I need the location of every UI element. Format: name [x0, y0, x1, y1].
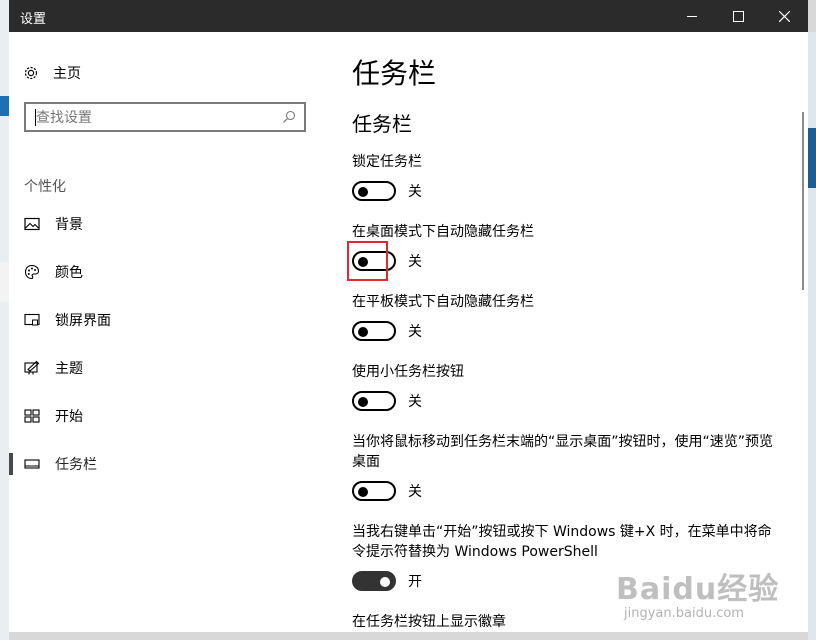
setting-title: 在平板模式下自动隐藏任务栏: [352, 294, 534, 310]
toggle-state: 关: [408, 184, 422, 200]
gear-icon: [24, 66, 38, 80]
settings-window: 设置 主页 个性化 背景: [9, 0, 808, 632]
left-nav: 主页 个性化 背景 颜色: [9, 32, 329, 632]
setting-autohide-desktop: 在桌面模式下自动隐藏任务栏 关: [352, 222, 782, 272]
sidebar-item-background[interactable]: 背景: [24, 213, 83, 235]
highlight-box: [347, 241, 388, 281]
sidebar-item-themes[interactable]: 主题: [24, 357, 83, 379]
close-button[interactable]: [761, 0, 807, 32]
sidebar-item-label: 背景: [55, 217, 83, 233]
start-icon: [24, 409, 40, 423]
setting-title: 使用小任务栏按钮: [352, 364, 464, 380]
toggle-state: 关: [408, 484, 422, 500]
sidebar-item-label: 任务栏: [55, 457, 97, 473]
background-app-edge: [0, 0, 9, 640]
toggle-switch[interactable]: [352, 321, 396, 341]
sidebar-item-taskbar[interactable]: 任务栏: [24, 453, 97, 475]
scrollbar-thumb[interactable]: [802, 112, 804, 290]
setting-title: 当你将鼠标移动到任务栏末端的“显示桌面”按钮时，使用“速览”预览桌面: [352, 434, 774, 470]
window-title: 设置: [20, 12, 47, 27]
toggle-switch[interactable]: [352, 181, 396, 201]
scrollbar[interactable]: [798, 32, 808, 632]
search-icon[interactable]: [282, 110, 296, 124]
nav-home[interactable]: 主页: [23, 62, 81, 84]
toggle-switch[interactable]: [352, 481, 396, 501]
palette-icon: [24, 264, 40, 280]
search-box[interactable]: [24, 102, 306, 132]
section-title: 任务栏: [352, 112, 412, 136]
toggle-state: 关: [408, 394, 422, 410]
nav-section-header: 个性化: [24, 179, 66, 195]
watermark-url: jingyan.baidu.com: [624, 606, 744, 621]
title-bar: 设置: [9, 0, 808, 32]
sidebar-item-label: 开始: [55, 409, 83, 425]
toggle-switch[interactable]: [352, 391, 396, 411]
setting-title: 在桌面模式下自动隐藏任务栏: [352, 224, 534, 240]
toggle-state: 关: [408, 324, 422, 340]
theme-icon: [24, 360, 40, 375]
sidebar-item-colors[interactable]: 颜色: [24, 261, 83, 283]
watermark-logo: Baidu经验: [616, 572, 780, 607]
main-content: 任务栏 任务栏 锁定任务栏 关 在桌面模式下自动隐藏任务栏 关 在平板模式下自动…: [347, 32, 792, 632]
setting-peek: 当你将鼠标移动到任务栏末端的“显示桌面”按钮时，使用“速览”预览桌面 关: [352, 432, 782, 502]
minimize-button[interactable]: [669, 0, 715, 32]
sidebar-item-label: 锁屏界面: [55, 313, 111, 329]
setting-small-buttons: 使用小任务栏按钮 关: [352, 362, 782, 412]
taskbar-icon: [24, 459, 40, 469]
active-indicator: [9, 453, 13, 475]
lock-screen-icon: [24, 313, 40, 326]
setting-autohide-tablet: 在平板模式下自动隐藏任务栏 关: [352, 292, 782, 342]
minimize-icon: [687, 15, 697, 17]
toggle-switch[interactable]: [352, 571, 396, 591]
sidebar-item-lock-screen[interactable]: 锁屏界面: [24, 309, 111, 331]
setting-title: 当我右键单击“开始”按钮或按下 Windows 键+X 时，在菜单中将命令提示符…: [352, 524, 772, 560]
close-icon: [778, 10, 790, 22]
sidebar-item-label: 主题: [55, 361, 83, 377]
maximize-icon: [732, 10, 744, 22]
setting-title: 锁定任务栏: [352, 154, 422, 170]
image-icon: [24, 217, 40, 231]
page-title: 任务栏: [352, 57, 437, 90]
search-input[interactable]: [34, 107, 278, 129]
maximize-button[interactable]: [715, 0, 761, 32]
sidebar-item-label: 颜色: [55, 265, 83, 281]
setting-lock-taskbar: 锁定任务栏 关: [352, 152, 782, 202]
toggle-state: 关: [408, 254, 422, 270]
sidebar-item-start[interactable]: 开始: [24, 405, 83, 427]
background-app-edge-right: [808, 32, 816, 640]
toggle-state: 开: [408, 574, 422, 590]
watermark: Baidu经验 jingyan.baidu.com: [612, 562, 812, 632]
nav-home-label: 主页: [53, 66, 81, 82]
